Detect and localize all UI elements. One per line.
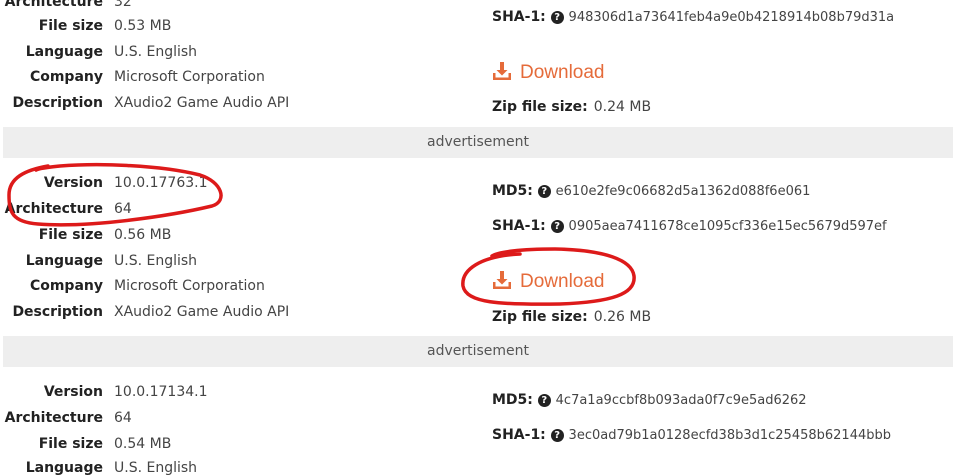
help-icon[interactable]: ? [537,394,551,407]
md5-row: MD5: ? e610e2fe9c06682d5a1362d088f6e061 [492,183,810,199]
download-button[interactable]: Download [492,61,605,84]
download-button[interactable]: Download [492,270,605,293]
zip-size-row: Zip file size: 0.24 MB [492,99,651,115]
architecture-label: Architecture [4,410,103,426]
advertisement-banner: advertisement [3,127,953,158]
architecture-value: 64 [114,410,132,426]
company-label: Company [29,69,103,85]
sha1-label: SHA-1: [492,427,546,443]
download-icon [493,62,511,80]
file-size-label: File size [38,227,103,243]
advertisement-banner: advertisement [3,336,953,367]
language-label: Language [25,460,103,476]
zip-size-row: Zip file size: 0.26 MB [492,309,651,325]
language-label: Language [25,253,103,269]
version-label: Version [43,384,103,400]
file-size-label: File size [38,436,103,452]
sha1-row: SHA-1: ? 3ec0ad79b1a0128ecfd38b3d1c25458… [492,427,891,443]
zip-size-label: Zip file size: [492,99,588,115]
help-icon[interactable]: ? [537,185,551,198]
sha1-label: SHA-1: [492,218,546,234]
zip-size-value: 0.26 MB [593,309,652,325]
company-label: Company [29,278,103,294]
description-value: XAudio2 Game Audio API [114,304,290,320]
architecture-value: 32 [114,0,132,10]
version-value: 10.0.17763.1 [114,175,208,191]
zip-size-value: 0.24 MB [593,99,652,115]
zip-size-label: Zip file size: [492,309,588,325]
version-label: Version [43,175,103,191]
language-value: U.S. English [114,253,198,269]
help-icon[interactable]: ? [550,220,564,233]
language-value: U.S. English [114,44,198,60]
language-value: U.S. English [114,460,198,476]
description-label: Description [12,95,103,111]
md5-value: e610e2fe9c06682d5a1362d088f6e061 [555,184,811,199]
company-value: Microsoft Corporation [114,69,265,85]
description-value: XAudio2 Game Audio API [114,95,290,111]
download-icon [493,271,511,289]
sha1-label: SHA-1: [492,9,546,25]
file-size-value: 0.56 MB [114,227,172,243]
sha1-value: 0905aea7411678ce1095cf336e15ec5679d597ef [568,219,887,234]
description-label: Description [12,304,103,320]
file-size-label: File size [38,18,103,34]
help-icon[interactable]: ? [550,11,564,24]
md5-row: MD5: ? 4c7a1a9ccbf8b093ada0f7c9e5ad6262 [492,392,807,408]
architecture-label: Architecture [4,201,103,217]
download-label: Download [520,271,605,292]
sha1-row: SHA-1: ? 948306d1a73641feb4a9e0b4218914b… [492,9,894,25]
help-icon[interactable]: ? [550,429,564,442]
sha1-value: 948306d1a73641feb4a9e0b4218914b08b79d31a [568,10,895,25]
md5-label: MD5: [492,392,533,408]
file-size-value: 0.53 MB [114,18,172,34]
md5-value: 4c7a1a9ccbf8b093ada0f7c9e5ad6262 [555,393,807,408]
md5-label: MD5: [492,183,533,199]
sha1-value: 3ec0ad79b1a0128ecfd38b3d1c25458b62144bbb [568,428,891,443]
company-value: Microsoft Corporation [114,278,265,294]
architecture-label: Architecture [4,0,103,10]
file-size-value: 0.54 MB [114,436,172,452]
version-value: 10.0.17134.1 [114,384,208,400]
sha1-row: SHA-1: ? 0905aea7411678ce1095cf336e15ec5… [492,218,887,234]
download-label: Download [520,62,605,83]
language-label: Language [25,44,103,60]
architecture-value: 64 [114,201,132,217]
